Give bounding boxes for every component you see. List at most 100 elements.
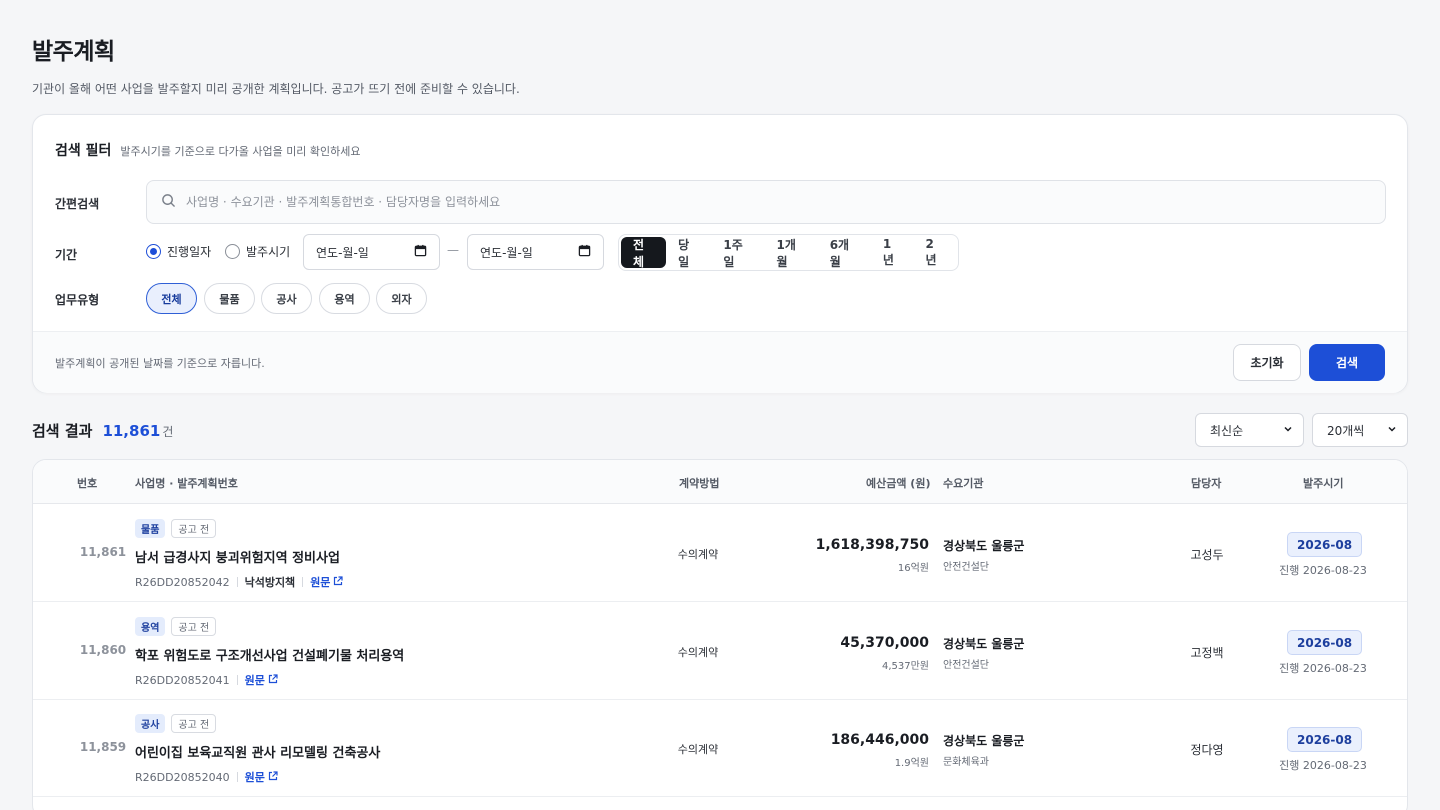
row-badges: 공사 공고 전 [135, 714, 217, 733]
agency-department: 안전건설단 [943, 660, 989, 671]
budget-amount: 45,370,000 [840, 635, 929, 651]
work-type-chip-foreign[interactable]: 외자 [376, 283, 427, 314]
column-header-period: 발주시기 [1303, 477, 1344, 490]
contract-method: 수의계약 [677, 743, 719, 756]
radio-dot[interactable] [146, 244, 161, 259]
column-header-name: 사업명 · 발주계획번호 [135, 477, 238, 490]
original-link-label: 원문 [244, 674, 265, 687]
quick-search-label: 간편검색 [55, 197, 100, 211]
chevron-down-icon [1387, 423, 1397, 437]
search-filter-panel: 검색 필터 발주시기를 기준으로 다가올 사업을 미리 확인하세요 간편검색 기… [32, 114, 1408, 393]
chevron-down-icon [1283, 423, 1293, 437]
original-document-link[interactable]: 원문 [245, 769, 278, 785]
sort-select-value: 최신순 [1210, 423, 1244, 438]
table-row[interactable]: 11,861 물품 공고 전 남서 급경사지 붕괴위험지역 정비사업 R26DD… [33, 505, 1407, 602]
order-period-badge: 2026-08 [1287, 532, 1363, 557]
row-number: 11,859 [79, 740, 127, 754]
sort-select[interactable]: 최신순 [1195, 413, 1304, 447]
work-type-label: 업무유형 [55, 293, 100, 307]
result-title: 검색 결과 [32, 422, 93, 440]
calendar-icon[interactable] [578, 244, 591, 260]
table-header: 번호 사업명 · 발주계획번호 계약방법 예산금액 (원) 수요기관 담당자 발… [33, 460, 1407, 504]
search-icon [161, 193, 176, 212]
agency-name: 경상북도 울릉군 [943, 637, 1025, 651]
result-header: 검색 결과 11,861 건 [32, 420, 173, 441]
quick-search-box[interactable] [146, 180, 1386, 224]
agency-name: 경상북도 울릉군 [943, 734, 1025, 748]
radio-order-period-label: 발주시기 [246, 245, 291, 259]
period-preset-all[interactable]: 전체 [621, 237, 667, 269]
budget-amount-short: 4,537만원 [881, 661, 929, 672]
manager-name: 고성두 [1190, 548, 1224, 562]
row-meta: R26DD20852042 낙석방지책 원문 [135, 574, 344, 590]
filter-footer: 발주계획이 공개된 날짜를 기준으로 자릅니다. 초기화 검색 [33, 331, 1407, 393]
period-preset-2years[interactable]: 2년 [913, 237, 956, 268]
original-document-link[interactable]: 원문 [245, 672, 278, 688]
results-table: 번호 사업명 · 발주계획번호 계약방법 예산금액 (원) 수요기관 담당자 발… [32, 459, 1408, 810]
calendar-icon[interactable] [414, 244, 427, 260]
status-badge: 공고 전 [171, 519, 217, 538]
column-header-agency: 수요기관 [943, 477, 984, 490]
column-header-manager: 담당자 [1191, 477, 1222, 490]
period-preset-1week[interactable]: 1주일 [711, 237, 764, 269]
project-name-link[interactable]: 학포 위험도로 구조개선사업 건설폐기물 처리용역 [135, 645, 404, 664]
divider [236, 772, 238, 782]
radio-dot[interactable] [225, 244, 240, 259]
project-name-link[interactable]: 남서 급경사지 붕괴위험지역 정비사업 [135, 547, 340, 566]
date-range-dash-icon: — [447, 243, 459, 257]
quick-search-input[interactable] [186, 195, 1336, 209]
radio-progress-date[interactable]: 진행일자 [146, 243, 211, 260]
plan-number: R26DD20852042 [135, 575, 230, 589]
period-preset-today[interactable]: 당일 [666, 237, 711, 269]
reset-button[interactable]: 초기화 [1233, 344, 1301, 381]
row-meta: R26DD20852040 원문 [135, 769, 278, 785]
date-to-input[interactable]: 연도-월-일 [467, 234, 604, 270]
order-period-badge: 2026-08 [1287, 630, 1363, 655]
filter-footer-note: 발주계획이 공개된 날짜를 기준으로 자릅니다. [55, 357, 265, 370]
agency-department: 문화체육과 [943, 757, 989, 768]
original-document-link[interactable]: 원문 [310, 574, 344, 590]
progress-date: 진행 2026-08-23 [1279, 564, 1367, 577]
budget-amount: 186,446,000 [830, 732, 929, 748]
row-badges: 용역 공고 전 [135, 617, 217, 636]
period-preset-group: 전체 당일 1주일 1개월 6개월 1년 2년 [618, 234, 959, 271]
row-meta: R26DD20852041 원문 [135, 672, 278, 688]
search-button[interactable]: 검색 [1309, 344, 1385, 381]
radio-order-period[interactable]: 발주시기 [225, 243, 290, 260]
work-type-chip-construction[interactable]: 공사 [261, 283, 312, 314]
period-preset-6months[interactable]: 6개월 [818, 237, 871, 269]
original-link-label: 원문 [244, 771, 265, 784]
page-size-select[interactable]: 20개씩 [1312, 413, 1408, 447]
work-type-chip-goods[interactable]: 물품 [204, 283, 255, 314]
project-name-link[interactable]: 어린이집 보육교직원 관사 리모델링 건축공사 [135, 742, 380, 761]
column-header-no: 번호 [77, 477, 98, 490]
status-badge: 공고 전 [171, 617, 217, 636]
table-row[interactable]: 11,860 용역 공고 전 학포 위험도로 구조개선사업 건설폐기물 처리용역… [33, 603, 1407, 700]
contract-method: 수의계약 [677, 646, 719, 659]
page-size-select-value: 20개씩 [1327, 423, 1365, 438]
page-title: 발주계획 [32, 39, 115, 65]
date-from-value: 연도-월-일 [316, 245, 369, 260]
result-count: 11,861 [102, 422, 161, 440]
manager-name: 고정백 [1190, 646, 1224, 660]
radio-progress-date-label: 진행일자 [167, 245, 212, 259]
period-preset-1month[interactable]: 1개월 [765, 237, 818, 269]
filter-header: 검색 필터 발주시기를 기준으로 다가올 사업을 미리 확인하세요 [55, 140, 361, 160]
row-number: 11,861 [79, 545, 127, 559]
agency-name: 경상북도 울릉군 [943, 539, 1025, 553]
filter-title: 검색 필터 [55, 143, 112, 159]
contract-method: 수의계약 [677, 548, 719, 561]
date-from-input[interactable]: 연도-월-일 [303, 234, 440, 270]
budget-amount-short: 16억원 [897, 563, 929, 574]
row-number: 11,860 [79, 643, 127, 657]
sub-item: 낙석방지책 [244, 576, 296, 589]
date-to-value: 연도-월-일 [480, 245, 533, 260]
divider [236, 577, 238, 587]
table-row[interactable]: 11,859 공사 공고 전 어린이집 보육교직원 관사 리모델링 건축공사 R… [33, 700, 1407, 797]
work-type-chip-service[interactable]: 용역 [319, 283, 370, 314]
column-header-amount: 예산금액 (원) [866, 477, 931, 490]
original-link-label: 원문 [310, 576, 331, 589]
filter-subtitle: 발주시기를 기준으로 다가올 사업을 미리 확인하세요 [120, 145, 361, 158]
period-preset-1year[interactable]: 1년 [871, 237, 914, 268]
work-type-chip-all[interactable]: 전체 [146, 283, 197, 314]
